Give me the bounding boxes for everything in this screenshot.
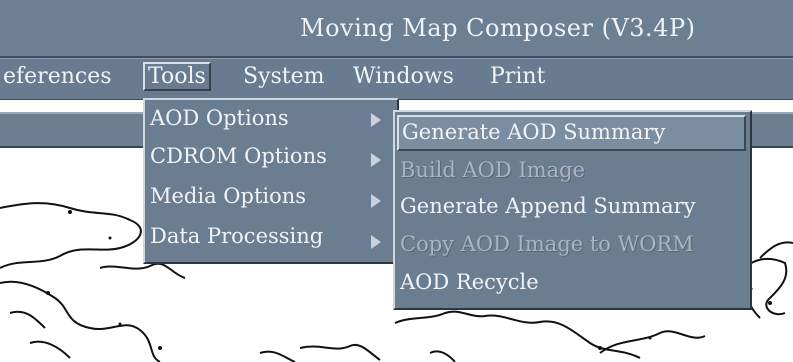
- tools-dropdown-menu: AOD Options CDROM Options Media Options …: [143, 98, 399, 264]
- menu-print[interactable]: Print: [487, 64, 548, 89]
- menu-bar: eferences Tools System Windows Print: [0, 58, 793, 101]
- menu-item-label: CDROM Options: [150, 144, 327, 168]
- menu-item-label: Build AOD Image: [400, 158, 586, 182]
- menu-tools[interactable]: Tools: [143, 62, 211, 91]
- menu-item-media-options[interactable]: Media Options: [145, 182, 397, 218]
- menu-item-label: Data Processing: [150, 224, 324, 248]
- menu-item-label: AOD Recycle: [400, 270, 539, 294]
- title-bar: Moving Map Composer (V3.4P): [0, 0, 793, 58]
- submenu-arrow-icon: [371, 235, 381, 249]
- menu-system[interactable]: System: [240, 64, 328, 89]
- aod-options-submenu: Generate AOD Summary Build AOD Image Gen…: [393, 110, 752, 310]
- submenu-arrow-icon: [371, 153, 381, 167]
- menu-item-label: Generate AOD Summary: [402, 120, 666, 144]
- submenu-arrow-icon: [371, 113, 381, 127]
- menu-windows[interactable]: Windows: [350, 64, 457, 89]
- menu-item-cdrom-options[interactable]: CDROM Options: [145, 142, 397, 178]
- menu-item-copy-aod-image-to-worm: Copy AOD Image to WORM: [395, 230, 750, 266]
- menu-item-label: Media Options: [150, 184, 307, 208]
- submenu-arrow-icon: [371, 194, 381, 208]
- menu-item-label: Generate Append Summary: [400, 194, 696, 218]
- menu-item-data-processing[interactable]: Data Processing: [145, 222, 397, 258]
- window-title: Moving Map Composer (V3.4P): [300, 14, 696, 42]
- menu-item-generate-append-summary[interactable]: Generate Append Summary: [395, 192, 750, 228]
- menu-item-label: Copy AOD Image to WORM: [400, 232, 694, 256]
- menu-item-generate-aod-summary[interactable]: Generate AOD Summary: [397, 115, 746, 151]
- menu-item-label: AOD Options: [150, 106, 289, 130]
- menu-item-aod-recycle[interactable]: AOD Recycle: [395, 268, 750, 304]
- menu-preferences[interactable]: eferences: [0, 64, 115, 89]
- menu-item-aod-options[interactable]: AOD Options: [145, 104, 397, 140]
- menu-item-build-aod-image: Build AOD Image: [395, 156, 750, 192]
